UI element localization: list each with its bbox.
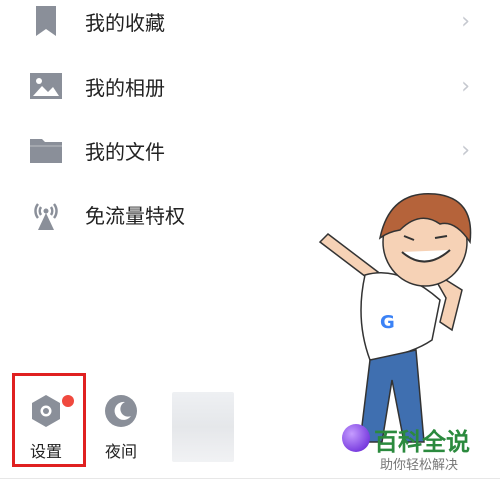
night-mode-label: 夜间 (104, 442, 137, 461)
chevron-right-icon: › (461, 73, 470, 99)
menu-item-label: 免流量特权 (85, 203, 185, 228)
watermark-logo: 百科全说 助你轻松解决 (342, 422, 482, 476)
menu-item-label: 我的相册 (85, 75, 165, 100)
chevron-right-icon: › (461, 137, 470, 163)
menu-item-label: 我的文件 (85, 139, 165, 164)
cartoon-character-image: G (300, 180, 480, 450)
antenna-icon (30, 198, 62, 230)
menu-item-favorites[interactable]: 我的收藏 › (0, 0, 500, 53)
chevron-right-icon: › (461, 8, 470, 34)
divider (0, 478, 500, 479)
highlight-annotation-box (12, 373, 86, 467)
night-mode-button[interactable]: 夜间 (89, 380, 153, 462)
blurred-thumbnail (172, 392, 234, 462)
svg-text:G: G (380, 312, 395, 333)
folder-icon (30, 134, 62, 166)
watermark-subtitle: 助你轻松解决 (380, 458, 459, 473)
purple-ball-icon (342, 424, 370, 452)
menu-item-label: 我的收藏 (85, 10, 165, 35)
menu-item-files[interactable]: 我的文件 › (0, 118, 500, 182)
bookmark-icon (30, 5, 62, 37)
menu-item-album[interactable]: 我的相册 › (0, 54, 500, 118)
watermark-title: 百科全说 (374, 428, 470, 456)
image-icon (30, 70, 62, 102)
moon-icon (103, 394, 139, 428)
